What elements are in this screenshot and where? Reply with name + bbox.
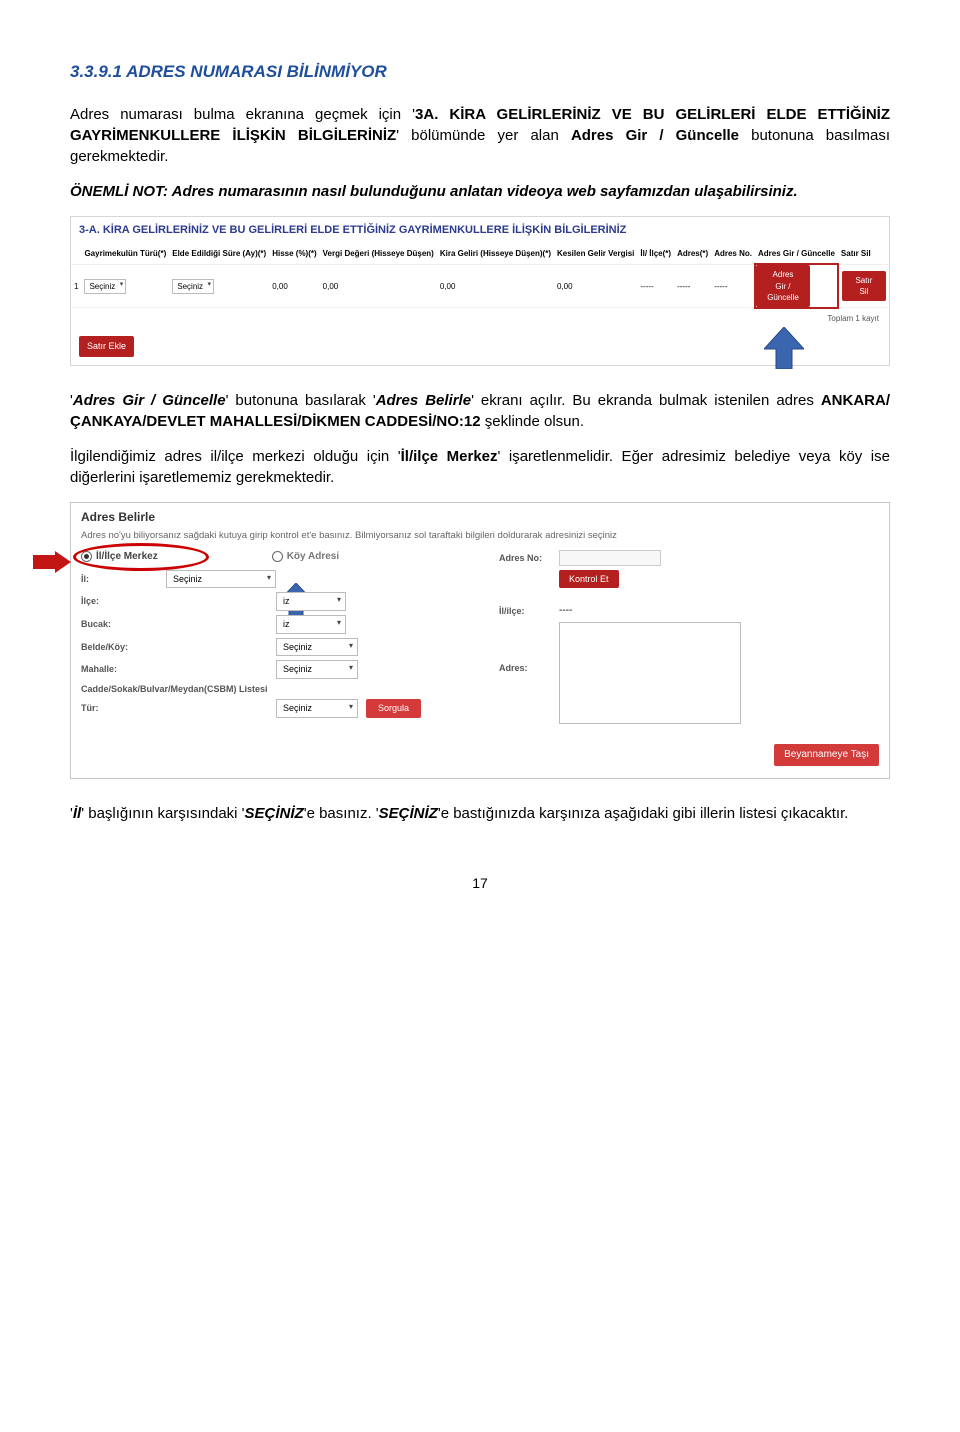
ililce-value: ---- xyxy=(559,604,572,618)
btn-text: Adres xyxy=(773,270,794,279)
radio-koy-adresi[interactable] xyxy=(272,551,283,562)
label-ililce: İl/ilçe: xyxy=(499,605,559,618)
total-count: Toplam 1 kayıt xyxy=(71,309,889,328)
text: şeklinde olsun. xyxy=(481,413,584,430)
select-ilce[interactable]: iz xyxy=(276,592,346,611)
label-csbm: Cadde/Sokak/Bulvar/Meydan(CSBM) Listesi xyxy=(81,683,341,696)
cell-value: 0,00 xyxy=(320,264,437,308)
text: ' ekranı açılır. Bu ekranda bulmak isten… xyxy=(471,392,821,409)
satir-sil-button[interactable]: Satır Sil xyxy=(842,271,886,301)
text-bold: SEÇİNİZ xyxy=(245,805,304,822)
paragraph-note: ÖNEMLİ NOT: Adres numarasının nasıl bulu… xyxy=(70,181,890,202)
paragraph-3: 'Adres Gir / Güncelle' butonuna basılara… xyxy=(70,390,890,432)
col-head: Adres(*) xyxy=(674,244,711,264)
sorgula-button[interactable]: Sorgula xyxy=(366,699,421,718)
table-row: 1 Seçiniz Seçiniz 0,00 0,00 0,00 0,00 --… xyxy=(71,264,889,308)
label-ilce: İlçe: xyxy=(81,595,166,608)
arrow-up-icon xyxy=(764,327,804,369)
select-tur[interactable]: Seçiniz xyxy=(276,699,358,718)
cell-value: ----- xyxy=(674,264,711,308)
select-duration[interactable]: Seçiniz xyxy=(172,279,214,294)
select-mahalle[interactable]: Seçiniz xyxy=(276,660,358,679)
label-il: İl: xyxy=(81,573,166,586)
select-belde[interactable]: Seçiniz xyxy=(276,638,358,657)
text-bold: Adres Belirle xyxy=(376,392,471,409)
cell-index: 1 xyxy=(71,264,81,308)
btn-text: Satır xyxy=(855,276,872,285)
text: Adres numarası bulma ekranına geçmek içi… xyxy=(70,106,415,123)
beyannameye-tasi-button[interactable]: Beyannameye Taşı xyxy=(774,744,879,766)
text: 'e bastığınızda karşınıza aşağıdaki gibi… xyxy=(438,805,849,822)
label-adres: Adres: xyxy=(499,622,559,675)
text-bold: Adres Gir / Güncelle xyxy=(73,392,226,409)
label-tur: Tür: xyxy=(81,702,166,715)
col-head: Hisse (%)(*) xyxy=(269,244,319,264)
btn-text: Gir / xyxy=(775,282,790,291)
panel2-desc: Adres no'yu biliyorsanız sağdaki kutuya … xyxy=(81,529,879,542)
text: ' bölümünde yer alan xyxy=(396,127,571,144)
adres-gir-guncelle-button[interactable]: Adres Gir / Güncelle xyxy=(756,265,810,307)
cell-value: 0,00 xyxy=(437,264,554,308)
col-head: Satır Sil xyxy=(838,244,889,264)
col-head: İl/ İlçe(*) xyxy=(637,244,674,264)
paragraph-5: 'İl' başlığının karşısındaki 'SEÇİNİZ'e … xyxy=(70,803,890,824)
select-bucak[interactable]: iz xyxy=(276,615,346,634)
col-head xyxy=(71,244,81,264)
note-label: ÖNEMLİ NOT: xyxy=(70,183,168,200)
table-header-row: Gayrimekulün Türü(*) Elde Edildiği Süre … xyxy=(71,244,889,264)
col-head: Gayrimekulün Türü(*) xyxy=(81,244,169,264)
screenshot-adres-belirle: Adres Belirle Adres no'yu biliyorsanız s… xyxy=(70,502,890,780)
page-number: 17 xyxy=(70,874,890,894)
label-bucak: Bucak: xyxy=(81,618,166,631)
screenshot-table-panel: 3-A. KİRA GELİRLERİNİZ VE BU GELİRLERİ E… xyxy=(70,216,890,366)
label-adres-no: Adres No: xyxy=(499,552,559,565)
text: İlgilendiğimiz adres il/ilçe merkezi old… xyxy=(70,448,401,465)
note-text: Adres numarasının nasıl bulunduğunu anla… xyxy=(168,183,798,200)
adres-no-input[interactable] xyxy=(559,550,661,566)
select-type[interactable]: Seçiniz xyxy=(84,279,126,294)
radio-label: Köy Adresi xyxy=(287,550,339,564)
text-bold: SEÇİNİZ xyxy=(379,805,438,822)
radio-label: İl/İlçe Merkez xyxy=(96,550,158,564)
cell-value: ----- xyxy=(711,264,755,308)
col-head: Vergi Değeri (Hisseye Düşen) xyxy=(320,244,437,264)
kontrol-et-button[interactable]: Kontrol Et xyxy=(559,570,619,589)
label-belde: Belde/Köy: xyxy=(81,641,166,654)
text: 'e basınız. ' xyxy=(304,805,379,822)
col-head: Kira Geliri (Hisseye Düşen)(*) xyxy=(437,244,554,264)
panel-title: 3-A. KİRA GELİRLERİNİZ VE BU GELİRLERİ E… xyxy=(71,217,889,244)
cell-value: 0,00 xyxy=(269,264,319,308)
arrow-right-icon xyxy=(33,551,71,578)
select-il[interactable]: Seçiniz xyxy=(166,570,276,589)
text: ' butonuna basılarak ' xyxy=(226,392,376,409)
label-mahalle: Mahalle: xyxy=(81,663,166,676)
col-head: Adres Gir / Güncelle xyxy=(755,244,838,264)
col-head: Adres No. xyxy=(711,244,755,264)
btn-text: Güncelle xyxy=(767,293,799,302)
cell-value: 0,00 xyxy=(554,264,637,308)
data-table: Gayrimekulün Türü(*) Elde Edildiği Süre … xyxy=(71,244,889,309)
paragraph-1: Adres numarası bulma ekranına geçmek içi… xyxy=(70,104,890,167)
section-heading: 3.3.9.1 ADRES NUMARASI BİLİNMİYOR xyxy=(70,60,890,84)
panel2-title: Adres Belirle xyxy=(81,509,879,526)
radio-il-ilce-merkez[interactable] xyxy=(81,551,92,562)
adres-box xyxy=(559,622,741,724)
paragraph-4: İlgilendiğimiz adres il/ilçe merkezi old… xyxy=(70,446,890,488)
cell-value: ----- xyxy=(637,264,674,308)
satir-ekle-button[interactable]: Satır Ekle xyxy=(79,336,134,357)
col-head: Kesilen Gelir Vergisi xyxy=(554,244,637,264)
text-bold: İl xyxy=(73,805,81,822)
text: ' başlığının karşısındaki ' xyxy=(81,805,244,822)
text-bold: İl/ilçe Merkez xyxy=(401,448,498,465)
btn-text: Sil xyxy=(859,287,868,296)
text-bold: Adres Gir / Güncelle xyxy=(571,127,739,144)
col-head: Elde Edildiği Süre (Ay)(*) xyxy=(169,244,269,264)
